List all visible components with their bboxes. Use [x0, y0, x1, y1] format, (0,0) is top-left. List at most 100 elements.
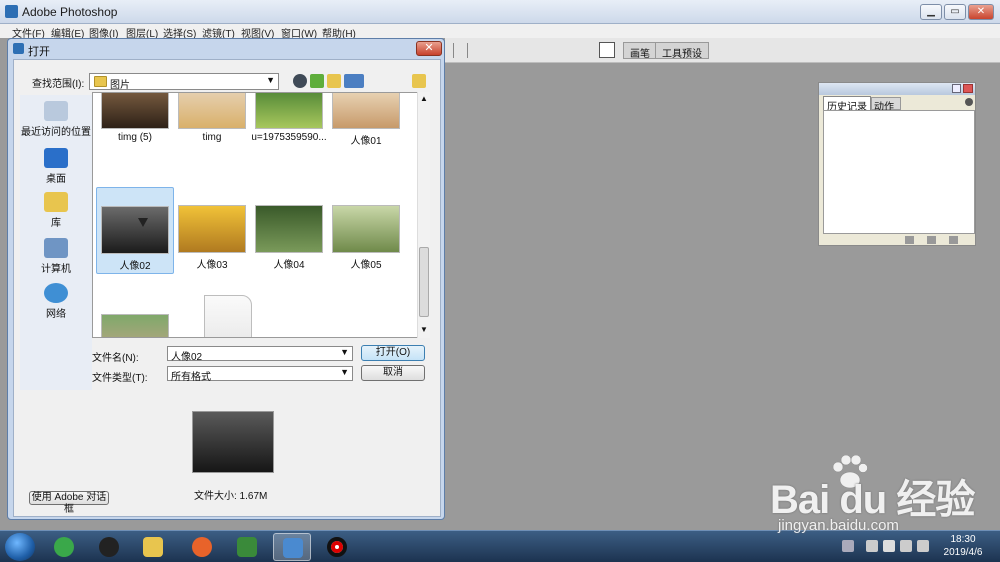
scrollbar-thumb[interactable]: [419, 247, 429, 317]
file-name: 人像01: [350, 136, 382, 147]
file-item[interactable]: timg (5): [96, 93, 174, 159]
file-item[interactable]: timg: [173, 93, 251, 159]
panel-menu-icon[interactable]: [965, 98, 973, 106]
place-libraries[interactable]: 库: [20, 192, 92, 229]
desktop-folder-icon[interactable]: [412, 74, 426, 88]
file-item[interactable]: [189, 295, 267, 337]
cancel-button[interactable]: 取消: [361, 365, 425, 381]
tab-history[interactable]: 历史记录: [823, 96, 871, 113]
file-name: 人像05: [350, 260, 382, 271]
dialog-close-button[interactable]: ✕: [416, 41, 442, 56]
look-in-dropdown[interactable]: 图片 ▼: [89, 73, 279, 91]
tray-expand-icon[interactable]: [866, 540, 878, 552]
file-name: u=1975359590...: [251, 132, 327, 143]
battery-icon[interactable]: [883, 540, 895, 552]
file-list-scrollbar[interactable]: ▲ ▼: [417, 92, 430, 338]
scroll-down-icon[interactable]: ▼: [420, 325, 428, 334]
file-item[interactable]: 人像03: [173, 205, 251, 283]
image-preview: [192, 411, 274, 473]
filetype-select[interactable]: 所有格式 ▼: [167, 366, 353, 383]
panel-close-icon[interactable]: [963, 84, 973, 93]
place-label: 桌面: [46, 174, 66, 185]
file-thumbnail: [101, 93, 169, 129]
back-icon[interactable]: [293, 74, 307, 88]
watermark-url: jingyan.baidu.com: [778, 517, 899, 534]
volume-icon[interactable]: [900, 540, 912, 552]
use-adobe-dialog-button[interactable]: 使用 Adobe 对话框: [29, 491, 109, 515]
place-label: 库: [51, 218, 61, 229]
taskbar-app-explorer[interactable]: [134, 533, 172, 561]
palette-well-icon[interactable]: [599, 42, 615, 58]
taskbar-app-browser[interactable]: [45, 533, 83, 561]
video-player-icon: [237, 537, 257, 557]
start-button[interactable]: [5, 533, 35, 561]
file-name: timg (5): [118, 132, 152, 143]
file-size: 文件大小: 1.67M: [194, 491, 268, 502]
trash-icon[interactable]: [949, 236, 958, 244]
place-computer[interactable]: 计算机: [20, 238, 92, 275]
place-network[interactable]: 网络: [20, 283, 92, 320]
baidu-watermark: Bai du 经验 jingyan.baidu.com: [770, 454, 995, 537]
history-panel-header: [819, 83, 975, 95]
place-desktop[interactable]: 桌面: [20, 148, 92, 185]
taskbar-app-photoshop[interactable]: [273, 533, 311, 561]
library-icon: [44, 192, 68, 212]
file-item[interactable]: 人像01: [327, 93, 405, 159]
places-bar: 最近访问的位置 桌面 库 计算机 网络: [20, 95, 92, 390]
filename-label: 文件名(N):: [92, 353, 139, 364]
file-item[interactable]: [96, 314, 174, 337]
place-label: 网络: [46, 309, 66, 320]
network-status-icon[interactable]: [917, 540, 929, 552]
taskbar-app-qq[interactable]: [90, 533, 128, 561]
history-panel: 历史记录 动作: [818, 82, 976, 246]
app-title: Adobe Photoshop: [22, 5, 118, 19]
taskbar-app-video[interactable]: [228, 533, 266, 561]
maximize-button[interactable]: ▭: [944, 4, 966, 20]
firefox-icon: [192, 537, 212, 557]
chevron-down-icon: ▼: [266, 75, 275, 85]
file-thumbnail: [178, 93, 246, 129]
dialog-app-icon: [13, 43, 24, 54]
file-item-selected[interactable]: 人像02: [96, 187, 174, 274]
computer-icon: [44, 238, 68, 258]
dialog-body: 查找范围(I): 图片 ▼ 最近访问的位置 桌面 库 计算机 网络 timg (…: [13, 59, 441, 517]
record-icon: [327, 537, 347, 557]
view-menu-icon[interactable]: [344, 74, 364, 88]
new-snapshot-icon[interactable]: [905, 236, 914, 244]
file-thumbnail: [332, 205, 400, 253]
open-button[interactable]: 打开(O): [361, 345, 425, 361]
file-item[interactable]: u=1975359590...: [250, 93, 328, 159]
filename-input[interactable]: 人像02 ▼: [167, 346, 353, 363]
place-label: 最近访问的位置: [21, 127, 91, 138]
file-item[interactable]: 人像05: [327, 205, 405, 283]
menu-bar: 文件(F) 编辑(E) 图像(I) 图层(L) 选择(S) 滤镜(T) 视图(V…: [0, 24, 1000, 40]
file-item[interactable]: 人像04: [250, 205, 328, 283]
minimize-button[interactable]: ▁: [920, 4, 942, 20]
desktop-icon: [44, 148, 68, 168]
new-document-icon[interactable]: [927, 236, 936, 244]
file-name: 人像02: [119, 261, 151, 272]
taskbar-app-recorder[interactable]: [318, 533, 356, 561]
panel-minimize-icon[interactable]: [952, 84, 961, 93]
open-dialog: 打开 ✕ 查找范围(I): 图片 ▼ 最近访问的位置 桌面 库 计算机 网络 t…: [7, 38, 445, 520]
up-folder-icon[interactable]: [310, 74, 324, 88]
file-thumbnail: [255, 93, 323, 129]
tab-brushes[interactable]: 画笔: [623, 42, 657, 60]
place-recent[interactable]: 最近访问的位置: [20, 101, 92, 138]
folder-icon: [94, 76, 107, 87]
tab-tool-presets[interactable]: 工具预设: [655, 42, 709, 60]
tab-actions[interactable]: 动作: [871, 97, 901, 113]
look-in-value: 图片: [110, 80, 130, 91]
filename-value: 人像02: [171, 352, 203, 363]
recent-places-icon: [44, 101, 68, 121]
keyboard-icon[interactable]: [842, 540, 854, 552]
dialog-title: 打开: [28, 46, 50, 58]
network-icon: [44, 283, 68, 303]
file-name: 人像03: [196, 260, 228, 271]
taskbar-app-firefox[interactable]: [183, 533, 221, 561]
file-thumbnail: [101, 206, 169, 254]
history-footer: [819, 234, 975, 246]
new-folder-icon[interactable]: [327, 74, 341, 88]
scroll-up-icon[interactable]: ▲: [420, 94, 428, 103]
close-button[interactable]: ✕: [968, 4, 994, 20]
